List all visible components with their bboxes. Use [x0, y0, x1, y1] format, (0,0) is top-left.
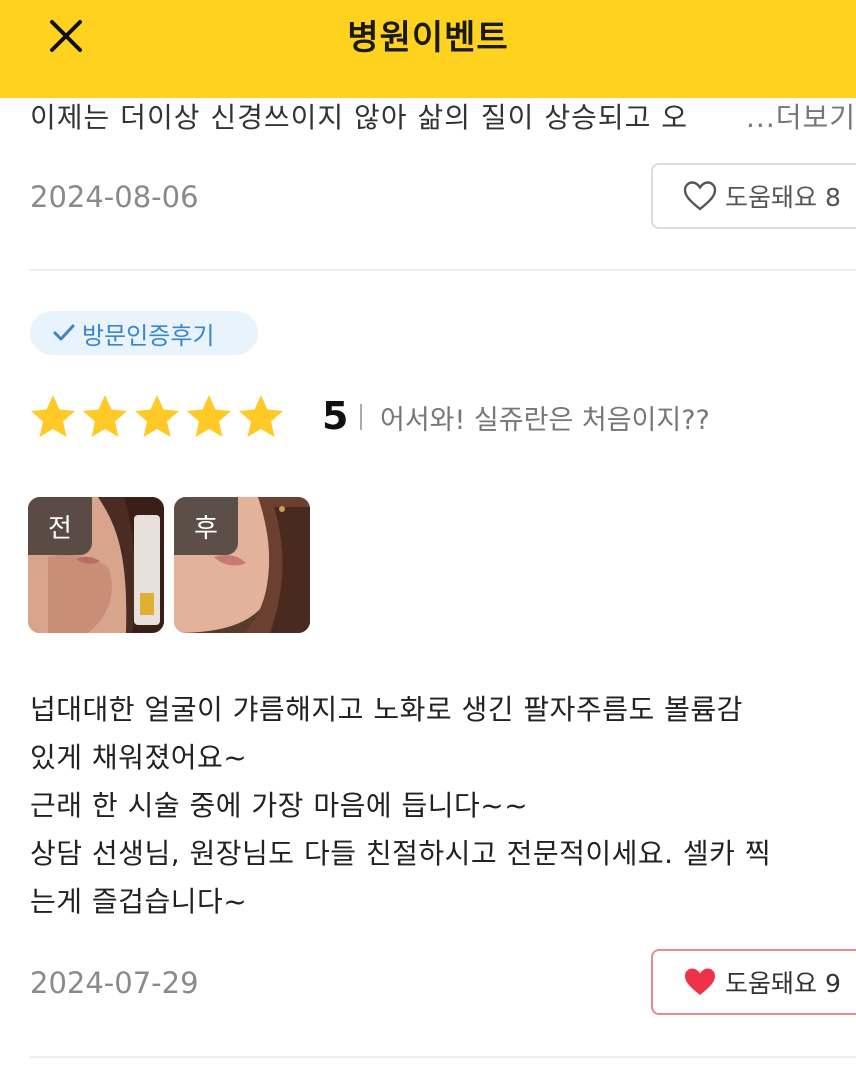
heart-outline-icon [683, 181, 717, 211]
after-label: 후 [174, 497, 238, 555]
page-title: 병원이벤트 [347, 18, 509, 58]
helpful-button[interactable]: 도움돼요 9 [651, 949, 856, 1015]
review-date: 2024-07-29 [30, 966, 199, 1000]
header-bar: 병원이벤트 [0, 0, 856, 98]
review-body-line: 넙대대한 얼굴이 갸름해지고 노화로 생긴 팔자주름도 볼륨감 [30, 693, 743, 726]
review-body-line: 상담 선생님, 원장님도 다들 친절하시고 전문적이세요. 셀카 찍 [30, 837, 772, 870]
review-body-line: 근래 한 시술 중에 가장 마음에 듭니다~~ [30, 789, 529, 822]
after-photo[interactable]: 후 [174, 497, 310, 633]
star-icon [187, 395, 231, 437]
before-label: 전 [28, 497, 92, 555]
badge-label: 방문인증후기 [82, 321, 215, 350]
review-body-line: 있게 채워졌어요~ [30, 741, 248, 774]
star-rating [28, 392, 286, 442]
before-photo[interactable]: 전 [28, 497, 164, 633]
star-icon [135, 395, 179, 437]
review-body-line: 는게 즐겁습니다~ [30, 885, 248, 918]
check-icon [53, 324, 75, 341]
review-title: 어서와! 실쥬란은 처음이지?? [380, 405, 710, 436]
previous-review-date: 2024-08-06 [30, 180, 199, 214]
helpful-label: 도움돼요 8 [725, 183, 841, 212]
rating-score: 5 [322, 394, 349, 438]
review-divider [30, 1056, 856, 1058]
previous-review-fragment: 이제는 더이상 신경쓰이지 않아 삶의 질이 상승되고 오 [30, 101, 689, 134]
title-separator [360, 404, 362, 430]
previous-helpful-button[interactable]: 도움돼요 8 [651, 163, 856, 229]
review-body: 넙대대한 얼굴이 갸름해지고 노화로 생긴 팔자주름도 볼륨감 있게 채워졌어요… [30, 686, 856, 926]
helpful-label: 도움돼요 9 [725, 969, 841, 998]
more-link[interactable]: ...더보기 [706, 96, 856, 136]
star-icon [83, 395, 127, 437]
star-icon [31, 395, 75, 437]
review-divider [30, 269, 856, 271]
verified-visit-badge: 방문인증후기 [30, 311, 258, 355]
star-icon [239, 395, 283, 437]
heart-filled-icon [685, 968, 715, 995]
previous-review-text: 이제는 더이상 신경쓰이지 않아 삶의 질이 상승되고 오 ...더보기 [30, 96, 856, 136]
